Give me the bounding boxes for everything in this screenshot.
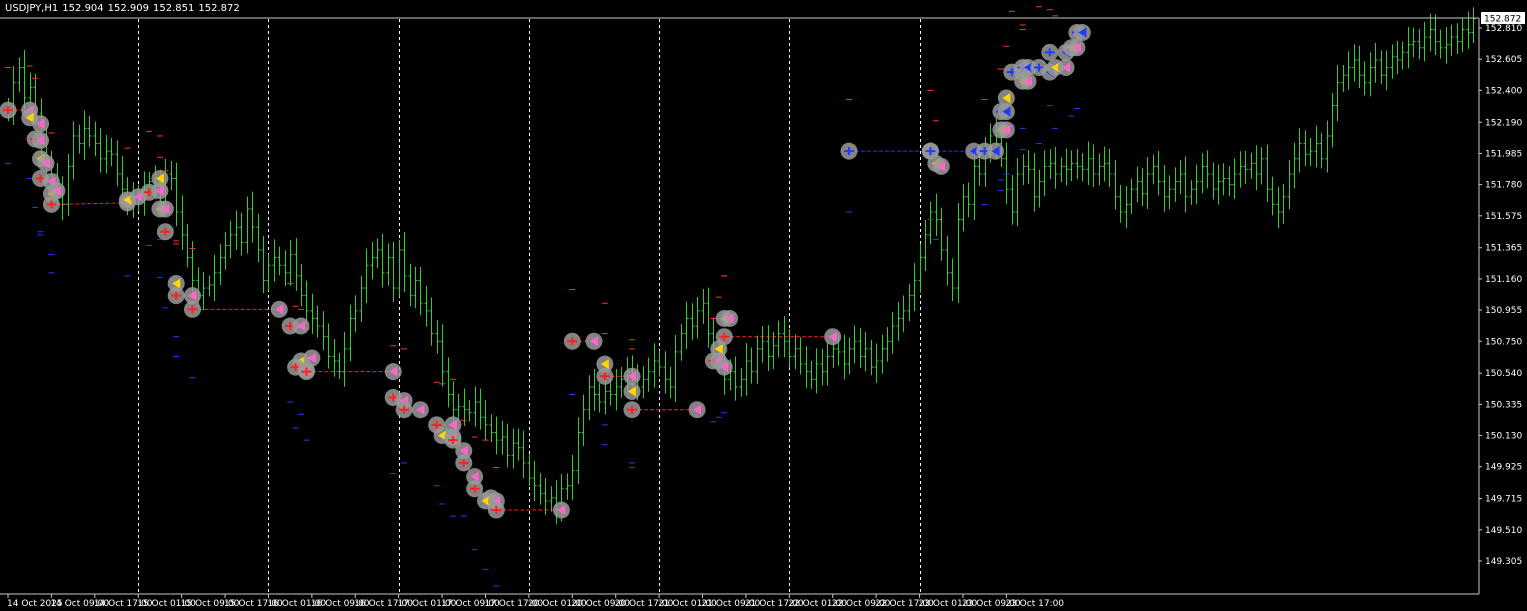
trade-exit-marker[interactable]: [585, 332, 603, 350]
trade-entry-marker[interactable]: [563, 332, 581, 350]
price-label: 152.190: [1485, 118, 1522, 128]
symbol-label: USDJPY,H1: [5, 3, 59, 14]
ohlc-open: 152.904: [62, 3, 104, 14]
price-label: 149.715: [1485, 495, 1522, 505]
trade-exit-marker[interactable]: [997, 121, 1015, 139]
trade-entry-marker[interactable]: [715, 328, 733, 346]
trade-entry-marker[interactable]: [1041, 43, 1059, 61]
trade-exit-marker[interactable]: [715, 358, 733, 376]
trade-exit-marker[interactable]: [156, 200, 174, 218]
trade-exit-marker[interactable]: [552, 501, 570, 519]
trade-exit-marker[interactable]: [824, 328, 842, 346]
price-label: 150.540: [1485, 369, 1522, 379]
trade-exit-marker[interactable]: [721, 309, 739, 327]
trade-exit-marker[interactable]: [932, 157, 950, 175]
trade-entry-marker[interactable]: [156, 223, 174, 241]
trade-entry-marker[interactable]: [487, 501, 505, 519]
symbol-info-line: USDJPY,H1 152.904 152.909 152.851 152.872: [5, 3, 244, 14]
chart-background: [0, 0, 1527, 611]
trade-entry-marker[interactable]: [596, 367, 614, 385]
price-label: 151.365: [1485, 244, 1522, 254]
trade-exit-marker[interactable]: [623, 367, 641, 385]
price-label: 152.400: [1485, 86, 1522, 96]
price-label: 150.130: [1485, 432, 1522, 442]
trade-exit-marker[interactable]: [32, 115, 50, 133]
ohlc-close: 152.872: [198, 3, 240, 14]
price-label: 151.575: [1485, 212, 1522, 222]
price-label: 150.335: [1485, 400, 1522, 410]
trade-entry-marker[interactable]: [0, 101, 17, 119]
ohlc-low: 152.851: [153, 3, 195, 14]
trade-entry-marker[interactable]: [183, 300, 201, 318]
trade-exit-marker[interactable]: [688, 401, 706, 419]
trade-exit-marker[interactable]: [270, 300, 288, 318]
trade-exit-marker[interactable]: [37, 154, 55, 172]
trade-exit-marker[interactable]: [987, 142, 1005, 160]
trade-entry-marker[interactable]: [840, 142, 858, 160]
price-label: 150.955: [1485, 306, 1522, 316]
current-price-tag: 152.872: [1481, 12, 1525, 25]
trade-exit-marker[interactable]: [384, 363, 402, 381]
trade-entry-marker[interactable]: [167, 287, 185, 305]
price-label: 149.925: [1485, 463, 1522, 473]
trade-entry-marker[interactable]: [42, 195, 60, 213]
price-label: 149.305: [1485, 557, 1522, 567]
price-label: 150.750: [1485, 337, 1522, 347]
trade-exit-marker[interactable]: [1019, 72, 1037, 90]
trade-exit-marker[interactable]: [292, 317, 310, 335]
price-label: 149.510: [1485, 526, 1522, 536]
trade-entry-marker[interactable]: [997, 89, 1015, 107]
trade-exit-marker[interactable]: [411, 401, 429, 419]
ohlc-high: 152.909: [107, 3, 150, 14]
price-chart[interactable]: 152.810 152.605 152.400 152.190 151.985 151.7…: [0, 0, 1527, 611]
trade-entry-marker[interactable]: [623, 401, 641, 419]
trade-entry-marker[interactable]: [455, 454, 473, 472]
trade-entry-marker[interactable]: [297, 363, 315, 381]
trade-entry-marker[interactable]: [395, 401, 413, 419]
trade-exit-marker[interactable]: [1068, 39, 1086, 57]
trade-exit-marker[interactable]: [32, 132, 50, 150]
price-label: 152.605: [1485, 55, 1522, 65]
time-label: 23 Oct 17:00: [1005, 599, 1064, 609]
trade-entry-marker[interactable]: [623, 382, 641, 400]
price-label: 151.985: [1485, 149, 1522, 159]
price-label: 151.780: [1485, 181, 1522, 191]
trade-exit-marker[interactable]: [1057, 59, 1075, 77]
current-price-value: 152.872: [1484, 15, 1521, 25]
price-label: 151.160: [1485, 275, 1522, 285]
trade-exit-marker[interactable]: [1073, 24, 1091, 42]
trade-entry-marker[interactable]: [151, 170, 169, 188]
price-label: 152.810: [1485, 24, 1522, 34]
